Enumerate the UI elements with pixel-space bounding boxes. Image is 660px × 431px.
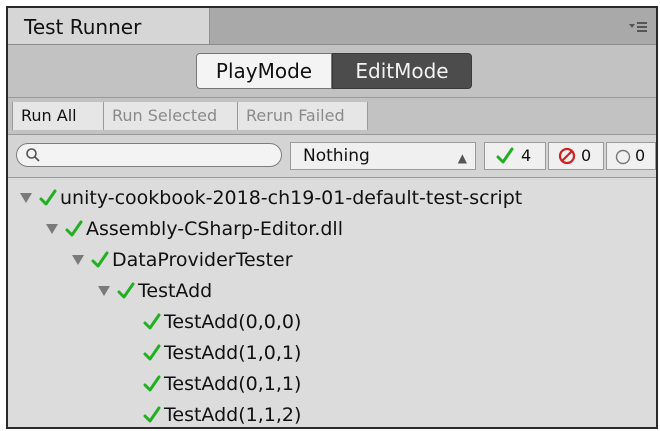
tab-bar: Test Runner (8, 8, 656, 45)
tree-row[interactable]: TestAdd(0,1,1) (8, 368, 656, 402)
passed-check-icon (39, 189, 57, 206)
tree-row[interactable]: Assembly-CSharp-Editor.dll (8, 213, 656, 247)
tab-title: Test Runner (24, 15, 142, 39)
not-run-filter-toggle[interactable]: 0 (606, 142, 656, 170)
passed-count: 4 (521, 146, 532, 165)
run-toolbar: Run All Run Selected Rerun Failed (8, 98, 656, 135)
expand-triangle-icon[interactable] (46, 224, 58, 234)
expand-triangle-icon[interactable] (72, 255, 84, 265)
passed-check-icon (143, 375, 161, 392)
run-selected-button[interactable]: Run Selected (104, 102, 238, 130)
test-runner-window: Test Runner PlayMode EditMode Run All Ru… (6, 6, 658, 429)
search-icon (26, 148, 40, 162)
passed-check-icon (143, 344, 161, 361)
mode-toggle-bar: PlayMode EditMode (8, 45, 656, 98)
passed-check-icon (143, 406, 161, 423)
passed-check-icon (65, 220, 83, 237)
check-icon (496, 147, 514, 164)
tree-row[interactable]: TestAdd(1,0,1) (8, 337, 656, 371)
tree-row-label: TestAdd(0,1,1) (164, 373, 302, 395)
tree-row[interactable]: TestAdd(0,0,0) (8, 306, 656, 340)
test-tree: unity-cookbook-2018-ch19-01-default-test… (8, 178, 656, 427)
playmode-tab[interactable]: PlayMode (196, 53, 332, 89)
tree-row-label: TestAdd(1,0,1) (164, 342, 302, 364)
tree-row-label: TestAdd(0,0,0) (164, 311, 302, 333)
category-dropdown[interactable]: Nothing ▲▼ (290, 142, 476, 191)
passed-filter-toggle[interactable]: 4 (484, 142, 546, 170)
passed-check-icon (117, 282, 135, 299)
expand-triangle-icon[interactable] (20, 193, 32, 203)
expand-triangle-icon[interactable] (98, 286, 110, 296)
search-input[interactable] (16, 143, 282, 167)
tree-row-label: TestAdd(1,1,2) (164, 404, 302, 426)
run-all-button[interactable]: Run All (12, 102, 104, 130)
tree-row[interactable]: unity-cookbook-2018-ch19-01-default-test… (8, 182, 656, 216)
filter-bar: Nothing ▲▼ 4 0 0 (8, 135, 656, 191)
failed-icon (558, 147, 576, 165)
tree-row-label: unity-cookbook-2018-ch19-01-default-test… (60, 187, 523, 209)
tree-row[interactable]: DataProviderTester (8, 244, 656, 278)
window-menu-icon[interactable] (628, 18, 648, 36)
not-run-count: 0 (635, 146, 646, 165)
tree-row[interactable]: TestAdd(1,1,2) (8, 399, 656, 427)
passed-check-icon (91, 251, 109, 268)
tree-row-label: TestAdd (138, 280, 213, 302)
failed-filter-toggle[interactable]: 0 (548, 142, 604, 170)
category-selected: Nothing (303, 146, 370, 166)
tree-row[interactable]: TestAdd (8, 275, 656, 309)
failed-count: 0 (581, 146, 592, 165)
not-run-icon (615, 149, 631, 165)
toolbar-filler (368, 102, 654, 130)
tree-row-label: DataProviderTester (112, 249, 293, 271)
tree-row-label: Assembly-CSharp-Editor.dll (86, 218, 343, 240)
passed-check-icon (143, 313, 161, 330)
rerun-failed-button[interactable]: Rerun Failed (238, 102, 368, 130)
editmode-tab[interactable]: EditMode (332, 53, 472, 89)
tab-test-runner[interactable]: Test Runner (8, 8, 210, 44)
